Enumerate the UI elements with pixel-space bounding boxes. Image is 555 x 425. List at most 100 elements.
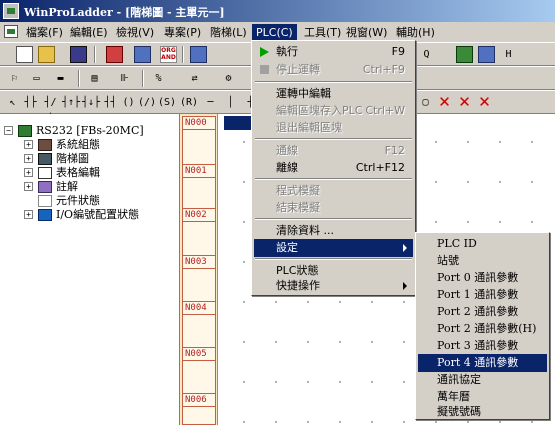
delete-network-icon[interactable]: ✕ — [476, 94, 493, 111]
ladder-view-icon[interactable] — [106, 46, 123, 63]
select-pointer-icon[interactable]: ↖ — [4, 94, 21, 111]
menu-item-exit-block[interactable]: 退出編輯區塊 — [254, 119, 413, 137]
menu-item-end-simulate[interactable]: 結束模擬 — [254, 199, 413, 217]
submenu-item-pseudo-number[interactable]: 擬號號碼 — [418, 403, 547, 421]
function-icon[interactable]: ▤ — [86, 70, 103, 87]
rung-box — [182, 361, 216, 397]
submenu-item-port0[interactable]: Port 0 通訊參數 — [418, 269, 547, 287]
menu-ladder[interactable]: 階梯(L) — [206, 24, 251, 41]
new-file-icon[interactable] — [16, 46, 33, 63]
expand-icon[interactable]: + — [24, 140, 33, 149]
menu-item-label: 程式模擬 — [276, 184, 320, 197]
tree-item-label: 系統組態 — [56, 138, 100, 151]
network-label[interactable]: N006 — [182, 393, 216, 407]
submenu-item-port2[interactable]: Port 2 通訊參數 — [418, 303, 547, 321]
expand-icon[interactable]: + — [24, 210, 33, 219]
tree-item-label: 註解 — [56, 180, 78, 193]
submenu-item-port2h[interactable]: Port 2 通訊參數(H) — [418, 320, 547, 338]
menu-item-settings[interactable]: 設定 — [254, 239, 413, 257]
menu-item-simulate[interactable]: 程式模擬 — [254, 182, 413, 200]
instruction-view-icon[interactable] — [134, 46, 151, 63]
vertical-link-icon[interactable]: │ — [222, 94, 239, 111]
menu-help[interactable]: 輔助(H) — [392, 24, 439, 41]
org-and-icon[interactable]: ORG AND — [160, 46, 177, 63]
monitor-icon[interactable] — [456, 46, 473, 63]
expand-icon[interactable]: + — [24, 154, 33, 163]
document-icon[interactable] — [4, 25, 18, 38]
menu-item-connect[interactable]: 通線 F12 — [254, 142, 413, 160]
find-icon[interactable]: % — [150, 70, 167, 87]
menu-item-save-block[interactable]: 編輯區塊存入PLC Ctrl+W — [254, 102, 413, 120]
cut-icon[interactable]: ▢ — [417, 94, 434, 111]
register-icon[interactable] — [478, 46, 495, 63]
insert-icon[interactable]: ⊪ — [116, 70, 133, 87]
menu-project[interactable]: 專案(P) — [160, 24, 205, 41]
app-icon[interactable] — [3, 3, 19, 19]
menu-plc[interactable]: PLC(C) — [252, 24, 297, 41]
tree-item-table-edit[interactable]: + 表格編輯 — [24, 166, 180, 180]
comment-icon — [38, 181, 52, 193]
delete-row-icon[interactable]: ✕ — [456, 94, 473, 111]
search-icon[interactable]: ⚙ — [220, 70, 237, 87]
expand-icon[interactable]: + — [24, 168, 33, 177]
network-label[interactable]: N001 — [182, 164, 216, 178]
coil-negated-icon[interactable]: (/) — [138, 94, 156, 111]
keyboard-icon[interactable]: ▭ — [28, 70, 45, 87]
network-label[interactable]: N002 — [182, 208, 216, 222]
submenu-item-port4[interactable]: Port 4 通訊參數 — [418, 354, 547, 372]
contact-open-icon[interactable]: ┤┤ — [102, 94, 119, 111]
open-folder-icon[interactable] — [38, 46, 55, 63]
contact-down-icon[interactable]: ┤↓├ — [82, 94, 100, 111]
menu-separator — [255, 178, 412, 180]
flag-icon[interactable]: ⚐ — [6, 70, 23, 87]
zoom-icon[interactable]: Q — [418, 46, 435, 63]
settings-submenu: PLC ID 站號 Port 0 通訊參數 Port 1 通訊參數 Port 2… — [415, 232, 550, 420]
menu-tools[interactable]: 工具(T) — [300, 24, 345, 41]
relay-icon[interactable]: H — [500, 46, 517, 63]
menu-item-clear-data[interactable]: 清除資料 ... — [254, 222, 413, 240]
menu-separator — [255, 81, 412, 83]
save-icon[interactable] — [70, 46, 87, 63]
coil-reset-icon[interactable]: (R) — [180, 94, 198, 111]
ladder-icon — [38, 153, 52, 165]
menu-item-stop[interactable]: 停止運轉 Ctrl+F9 — [254, 61, 413, 79]
view-icon[interactable] — [190, 46, 207, 63]
network-label[interactable]: N000 — [182, 116, 216, 130]
coil-icon[interactable]: () — [120, 94, 137, 111]
contact-up-icon[interactable]: ┤↑├ — [62, 94, 80, 111]
collapse-icon[interactable]: − — [4, 126, 13, 135]
coil-set-icon[interactable]: (S) — [158, 94, 176, 111]
rung-box — [182, 407, 216, 425]
stamp-icon[interactable]: ▬ — [52, 70, 69, 87]
expand-icon[interactable]: + — [24, 182, 33, 191]
tree-root[interactable]: − RS232 [FBs-20MC] — [4, 124, 180, 138]
menu-item-online-edit[interactable]: 運轉中編輯 — [254, 85, 413, 103]
menu-view[interactable]: 檢視(V) — [112, 24, 158, 41]
submenu-item-plc-id[interactable]: PLC ID — [418, 235, 547, 253]
menu-window[interactable]: 視窗(W) — [342, 24, 391, 41]
menu-edit[interactable]: 編輯(E) — [66, 24, 112, 41]
menu-file[interactable]: 檔案(F) — [22, 24, 67, 41]
submenu-item-protocol[interactable]: 通訊協定 — [418, 371, 547, 389]
network-label[interactable]: N004 — [182, 301, 216, 315]
submenu-item-port3[interactable]: Port 3 通訊參數 — [418, 337, 547, 355]
contact-no-icon[interactable]: ┤├ — [22, 94, 39, 111]
horizontal-link-icon[interactable]: ─ — [202, 94, 219, 111]
tree-item-label: 表格編輯 — [56, 166, 100, 179]
menu-item-disconnect[interactable]: 離線 Ctrl+F12 — [254, 159, 413, 177]
tree-item-ladder[interactable]: + 階梯圖 — [24, 152, 180, 166]
menu-item-label: 離線 — [276, 161, 298, 174]
contact-nc-icon[interactable]: ┤/├ — [42, 94, 59, 125]
menu-item-run[interactable]: 執行 F9 — [254, 43, 413, 61]
replace-icon[interactable]: ⇄ — [186, 70, 203, 87]
submenu-item-station-no[interactable]: 站號 — [418, 252, 547, 270]
tree-item-element-status[interactable]: 元件狀態 — [24, 194, 180, 208]
network-label[interactable]: N003 — [182, 255, 216, 269]
delete-icon[interactable]: ✕ — [436, 94, 453, 111]
submenu-item-port1[interactable]: Port 1 通訊參數 — [418, 286, 547, 304]
network-label[interactable]: N005 — [182, 347, 216, 361]
tree-item-io-config[interactable]: + I/O編號配置狀態 — [24, 208, 180, 222]
tree-item-system-config[interactable]: + 系統組態 — [24, 138, 180, 152]
menu-item-quick-ops[interactable]: 快捷操作 — [254, 277, 413, 295]
tree-item-comment[interactable]: + 註解 — [24, 180, 180, 194]
